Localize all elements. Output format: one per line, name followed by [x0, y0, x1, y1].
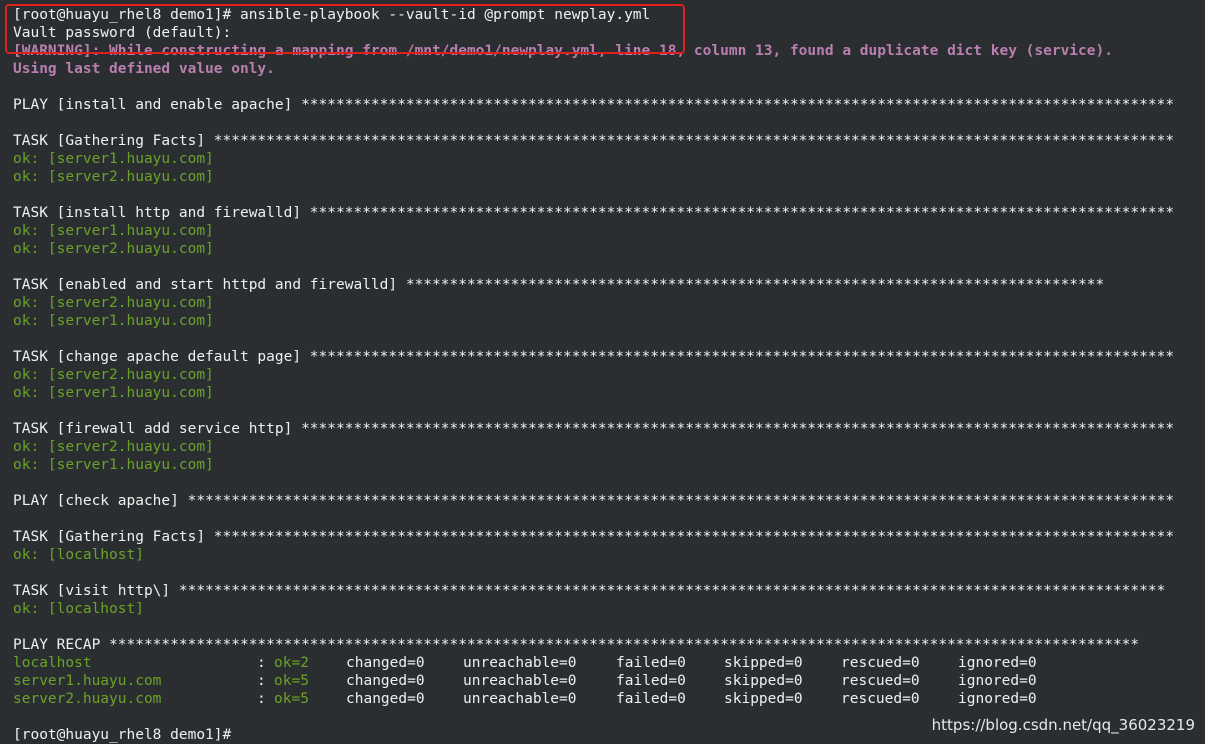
- recap-unreachable: unreachable=0: [463, 673, 577, 689]
- recap-unreachable: unreachable=0: [463, 691, 577, 707]
- terminal-line: TASK [change apache default page] ******…: [13, 349, 1175, 365]
- watermark: https://blog.csdn.net/qq_36023219: [931, 716, 1195, 734]
- terminal-line: TASK [Gathering Facts] *****************…: [13, 529, 1175, 545]
- recap-host: localhost: [13, 655, 92, 671]
- recap-failed: failed=0: [616, 655, 686, 671]
- recap-ignored: ignored=0: [958, 691, 1037, 707]
- recap-ignored: ignored=0: [958, 673, 1037, 689]
- terminal-line: ok: [server1.huayu.com]: [13, 457, 214, 473]
- recap-row: server1.huayu.com: ok=5 changed=0 unreachab…: [13, 672, 1205, 690]
- terminal-line: TASK [enabled and start httpd and firewa…: [13, 277, 1105, 293]
- terminal-line: ok: [server2.huayu.com]: [13, 295, 214, 311]
- terminal-line: ok: [server2.huayu.com]: [13, 367, 214, 383]
- recap-failed: failed=0: [616, 691, 686, 707]
- terminal-line: PLAY RECAP *****************************…: [13, 637, 1140, 653]
- terminal-line: ok: [server1.huayu.com]: [13, 151, 214, 167]
- recap-changed: changed=0: [346, 655, 425, 671]
- recap-colon: :: [257, 673, 266, 689]
- terminal-line: ok: [server1.huayu.com]: [13, 313, 214, 329]
- recap-host: server2.huayu.com: [13, 691, 162, 707]
- terminal-line: ok: [server2.huayu.com]: [13, 241, 214, 257]
- terminal-line: TASK [install http and firewalld] ******…: [13, 205, 1175, 221]
- recap-skipped: skipped=0: [724, 655, 803, 671]
- terminal-line: ok: [server1.huayu.com]: [13, 223, 214, 239]
- recap-rescued: rescued=0: [841, 691, 920, 707]
- recap-ok: ok=5: [274, 673, 309, 689]
- recap-failed: failed=0: [616, 673, 686, 689]
- terminal-line: TASK [visit http\] *********************…: [13, 583, 1166, 599]
- recap-row: localhost: ok=2 changed=0 unreachable=0 fail…: [13, 654, 1205, 672]
- recap-skipped: skipped=0: [724, 691, 803, 707]
- recap-colon: :: [257, 691, 266, 707]
- terminal-line: ok: [localhost]: [13, 547, 144, 563]
- terminal-line: ok: [server1.huayu.com]: [13, 385, 214, 401]
- terminal-window[interactable]: [root@huayu_rhel8 demo1]# ansible-playbo…: [0, 0, 1205, 744]
- recap-ok: ok=5: [274, 691, 309, 707]
- terminal-line: PLAY [install and enable apache] *******…: [13, 97, 1175, 113]
- terminal-line: PLAY [check apache] ********************…: [13, 493, 1175, 509]
- terminal-line: TASK [Gathering Facts] *****************…: [13, 133, 1175, 149]
- recap-changed: changed=0: [346, 673, 425, 689]
- terminal-line: Using last defined value only.: [13, 61, 275, 77]
- terminal-line: ok: [server2.huayu.com]: [13, 169, 214, 185]
- recap-rescued: rescued=0: [841, 655, 920, 671]
- terminal-line: ok: [server2.huayu.com]: [13, 439, 214, 455]
- command-highlight-box: [5, 4, 685, 54]
- recap-colon: :: [257, 655, 266, 671]
- terminal-line: TASK [firewall add service http] *******…: [13, 421, 1175, 437]
- recap-ok: ok=2: [274, 655, 309, 671]
- recap-rescued: rescued=0: [841, 673, 920, 689]
- recap-host: server1.huayu.com: [13, 673, 162, 689]
- recap-unreachable: unreachable=0: [463, 655, 577, 671]
- recap-changed: changed=0: [346, 691, 425, 707]
- recap-ignored: ignored=0: [958, 655, 1037, 671]
- recap-skipped: skipped=0: [724, 673, 803, 689]
- recap-row: server2.huayu.com: ok=5 changed=0 unreachab…: [13, 690, 1205, 708]
- terminal-line: ok: [localhost]: [13, 601, 144, 617]
